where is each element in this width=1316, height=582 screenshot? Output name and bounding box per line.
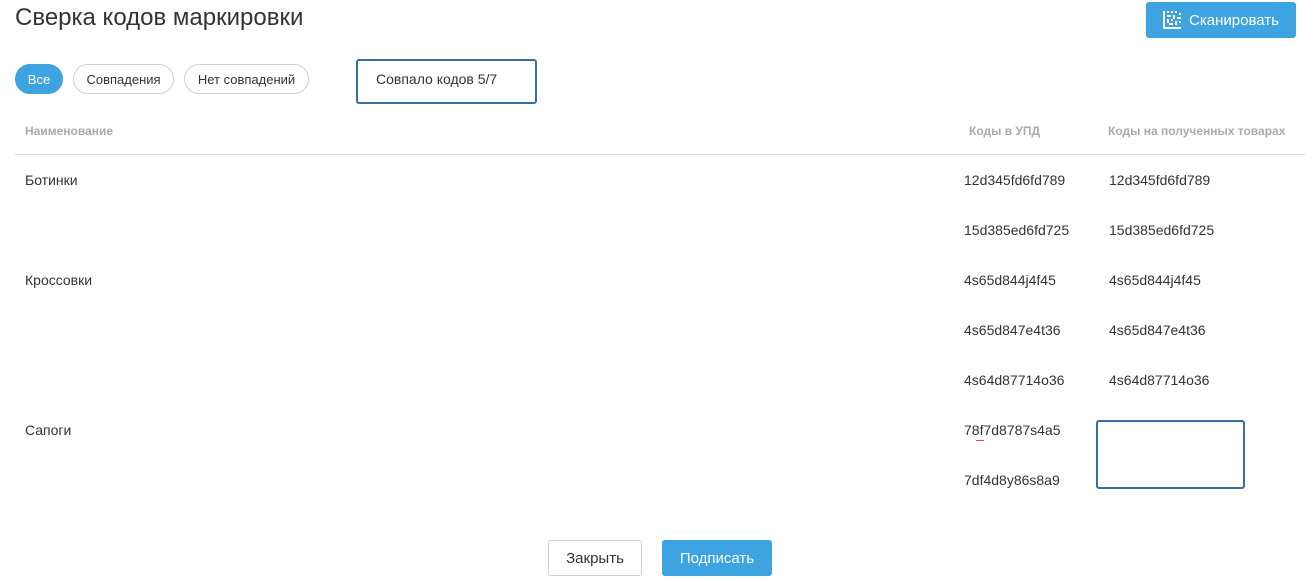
missing-codes-highlight (1096, 420, 1245, 489)
row-name: Сапоги (25, 422, 72, 438)
row-name: Ботинки (25, 172, 78, 188)
row-received-code: 12d345fd6fd789 (1109, 172, 1211, 188)
close-button[interactable]: Закрыть (548, 540, 642, 576)
mismatch-mark (976, 440, 984, 441)
filter-all[interactable]: Все (15, 64, 63, 94)
column-header-name: Наименование (25, 124, 114, 138)
row-upd-code: 7df4d8y86s8a9 (964, 472, 1060, 488)
row-received-code: 15d385ed6fd725 (1109, 222, 1215, 238)
row-upd-code: 4s64d87714o36 (964, 372, 1065, 388)
row-upd-code: 15d385ed6fd725 (964, 222, 1070, 238)
row-upd-code: 12d345fd6fd789 (964, 172, 1066, 188)
datamatrix-icon (1163, 11, 1182, 29)
scan-button[interactable]: Сканировать (1146, 2, 1296, 38)
row-upd-code: 4s65d844j4f45 (964, 272, 1056, 288)
row-upd-code: 4s65d847e4t36 (964, 322, 1061, 338)
row-upd-code: 78f7d8787s4a5 (964, 422, 1061, 438)
filter-no-matches[interactable]: Нет совпадений (184, 64, 309, 94)
filter-matches[interactable]: Совпадения (73, 64, 174, 94)
column-header-upd-codes: Коды в УПД (969, 124, 1041, 138)
page-title: Сверка кодов маркировки (15, 4, 304, 31)
marking-codes-reconciliation-dialog: Сверка кодов маркировки Сканировать Все … (0, 0, 1316, 582)
scan-button-label: Сканировать (1189, 11, 1279, 29)
match-summary: Совпало кодов 5/7 (356, 59, 537, 104)
column-header-received-codes: Коды на полученных товарах (1108, 124, 1286, 138)
row-received-code: 4s64d87714o36 (1109, 372, 1210, 388)
row-name: Кроссовки (25, 272, 93, 288)
sign-button[interactable]: Подписать (662, 540, 772, 576)
row-received-code: 4s65d844j4f45 (1109, 272, 1201, 288)
row-received-code: 4s65d847e4t36 (1109, 322, 1206, 338)
header-divider (15, 154, 1305, 155)
